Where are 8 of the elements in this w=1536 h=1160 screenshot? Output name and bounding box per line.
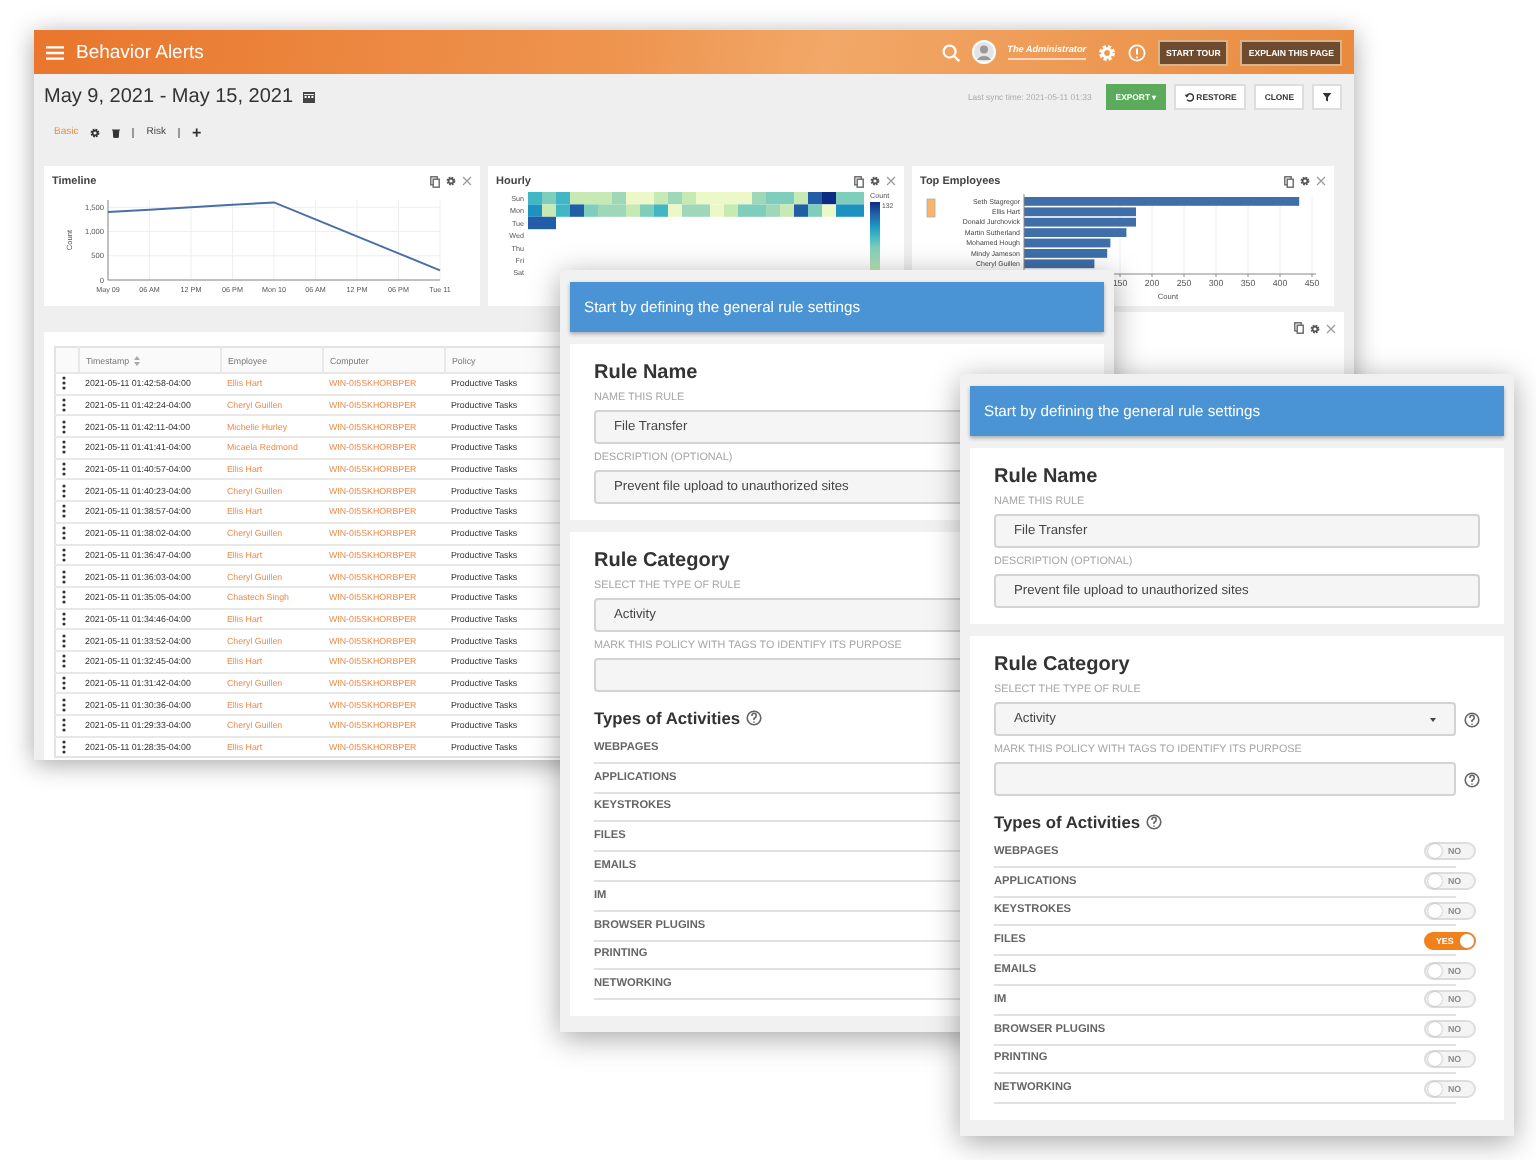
date-range[interactable]: May 9, 2021 - May 15, 2021	[44, 85, 294, 107]
section-title: Rule Name	[594, 362, 698, 384]
add-tab-button[interactable]: +	[191, 123, 202, 141]
page-title: Behavior Alerts	[76, 41, 204, 63]
section-title: Rule Category	[994, 654, 1130, 676]
section-title: Types of Activities	[594, 708, 741, 728]
section-title: Types of Activities	[994, 812, 1141, 832]
section-title: Rule Category	[594, 550, 730, 572]
